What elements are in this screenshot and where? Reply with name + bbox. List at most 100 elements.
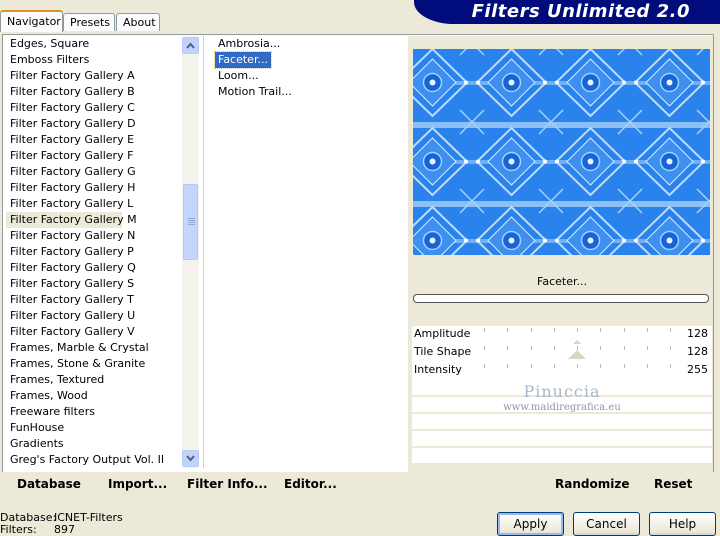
category-item[interactable]: Filter Factory Gallery T [6, 292, 182, 308]
param-slider-thumb[interactable] [568, 350, 586, 359]
filter-item[interactable]: Ambrosia... [215, 36, 283, 52]
param-label: Intensity [414, 363, 462, 376]
slider-tick [531, 364, 532, 368]
slider-tick [647, 346, 648, 350]
category-item[interactable]: Freeware filters [6, 404, 182, 420]
category-item[interactable]: Filter Factory Gallery Q [6, 260, 182, 276]
category-item[interactable]: Filter Factory Gallery U [6, 308, 182, 324]
category-list: Edges, Square Emboss Filters Filter Factor… [6, 36, 182, 470]
category-item[interactable]: Filter Factory Gallery F [6, 148, 182, 164]
slider-tick [507, 346, 508, 350]
category-item[interactable]: Filter Factory Gallery H [6, 180, 182, 196]
slider-tick [577, 364, 578, 368]
category-item[interactable]: Emboss Filters [6, 52, 182, 68]
reset-button[interactable]: Reset [654, 477, 692, 491]
param-slider-track[interactable] [484, 364, 671, 371]
slider-tick [647, 328, 648, 332]
tab-navigator[interactable]: Navigator [0, 10, 63, 32]
param-row-empty [412, 448, 712, 463]
slider-tick [554, 346, 555, 350]
category-item[interactable]: Frames, Stone & Granite [6, 356, 182, 372]
scroll-down-button[interactable] [182, 450, 199, 467]
apply-button[interactable]: Apply [497, 512, 564, 536]
cancel-button[interactable]: Cancel [573, 512, 640, 536]
slider-tick [484, 364, 485, 368]
filter-item[interactable]: Faceter... [214, 51, 272, 69]
tab-presets[interactable]: Presets [63, 13, 115, 31]
import-button[interactable]: Import... [108, 477, 167, 491]
category-item[interactable]: Filter Factory Gallery N [6, 228, 182, 244]
category-item[interactable]: Filter Factory Gallery E [6, 132, 182, 148]
progress-bar [413, 294, 709, 303]
tab-bar: Navigator Presets About [0, 10, 170, 34]
category-item[interactable]: Filter Factory Gallery P [6, 244, 182, 260]
watermark-url: www.maidiregrafica.eu [503, 402, 621, 413]
slider-tick [554, 364, 555, 368]
category-item[interactable]: Filter Factory Gallery S [6, 276, 182, 292]
scroll-thumb[interactable] [183, 184, 198, 260]
param-value: 255 [687, 363, 708, 376]
bottom-toolbar: Database Import... Filter Info... Editor… [2, 472, 714, 496]
status-info: Database:ICNET-Filters Filters: 897 [0, 512, 123, 536]
filters-label: Filters: [0, 523, 37, 536]
param-value: 128 [687, 327, 708, 340]
slider-tick [484, 346, 485, 350]
slider-tick [577, 328, 578, 332]
param-slider-track[interactable] [484, 346, 671, 359]
editor-button[interactable]: Editor... [284, 477, 337, 491]
slider-tick [600, 346, 601, 350]
category-item[interactable]: Gradients [6, 436, 182, 452]
slider-tick [554, 328, 555, 332]
category-item[interactable]: Filter Factory Gallery C [6, 100, 182, 116]
slider-tick [670, 346, 671, 350]
database-button[interactable]: Database [17, 477, 81, 491]
category-item[interactable]: Filter Factory Gallery B [6, 84, 182, 100]
chevron-up-icon [186, 42, 195, 49]
randomize-button[interactable]: Randomize [555, 477, 629, 491]
category-item[interactable]: Filter Factory Gallery L [6, 196, 182, 212]
category-item[interactable]: Frames, Textured [6, 372, 182, 388]
category-item[interactable]: FunHouse [6, 420, 182, 436]
category-item[interactable]: Edges, Square [6, 36, 182, 52]
preview-image [413, 49, 710, 255]
param-label: Amplitude [414, 327, 471, 340]
category-item[interactable]: Filter Factory Gallery M [6, 212, 137, 228]
param-row-tile-shape[interactable]: Tile Shape 128 [412, 344, 712, 362]
slider-tick [670, 364, 671, 368]
scroll-up-button[interactable] [182, 37, 199, 54]
category-item[interactable]: Frames, Marble & Crystal [6, 340, 182, 356]
param-value: 128 [687, 345, 708, 358]
watermark: Pinuccia www.maidiregrafica.eu [412, 384, 712, 416]
filter-info-button[interactable]: Filter Info... [187, 477, 268, 491]
slider-tick [600, 328, 601, 332]
param-row-empty [412, 431, 712, 446]
slider-tick [531, 328, 532, 332]
category-item[interactable]: Greg's Factory Output Vol. II [6, 452, 182, 468]
header-banner: Filters Unlimited 2.0 [414, 0, 720, 24]
current-filter-label: Faceter... [412, 270, 712, 294]
category-item[interactable]: Frames, Wood [6, 388, 182, 404]
watermark-name: Pinuccia [523, 382, 601, 401]
slider-tick [624, 364, 625, 368]
slider-tick [670, 328, 671, 332]
filter-item[interactable]: Motion Trail... [215, 84, 295, 100]
category-item[interactable]: Filter Factory Gallery G [6, 164, 182, 180]
param-row-intensity[interactable]: Intensity 255 [412, 362, 712, 380]
filter-item[interactable]: Loom... [215, 68, 262, 84]
param-row-empty [412, 414, 712, 429]
category-item[interactable]: Filter Factory Gallery V [6, 324, 182, 340]
param-label: Tile Shape [414, 345, 472, 358]
slider-tick [624, 328, 625, 332]
help-button[interactable]: Help [649, 512, 716, 536]
slider-tick [624, 346, 625, 350]
category-item[interactable]: Filter Factory Gallery D [6, 116, 182, 132]
category-scrollbar[interactable] [182, 36, 199, 468]
param-row-amplitude[interactable]: Amplitude 128 [412, 326, 712, 349]
tab-about[interactable]: About [116, 13, 160, 31]
preview-pattern [413, 49, 710, 255]
slider-tick [507, 364, 508, 368]
slider-tick [484, 328, 485, 332]
param-slider-track[interactable] [484, 328, 671, 349]
category-item[interactable]: Filter Factory Gallery A [6, 68, 182, 84]
filter-list: Ambrosia... Faceter... Loom... Motion Trail… [214, 36, 403, 100]
